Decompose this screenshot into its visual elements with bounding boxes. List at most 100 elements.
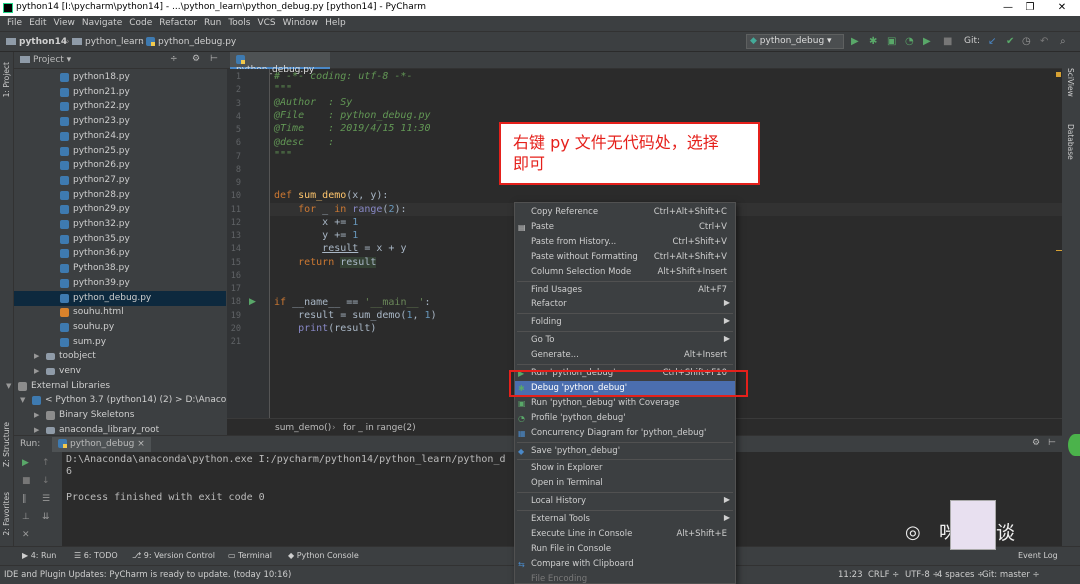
tab-todo[interactable]: ☰ 6: TODO bbox=[74, 551, 118, 560]
tree-item[interactable]: python22.py bbox=[14, 99, 226, 114]
down-icon[interactable]: ↓ bbox=[42, 476, 50, 486]
context-menu-item[interactable]: Execute Line in Console Alt+Shift+E bbox=[515, 527, 735, 542]
context-menu-item[interactable]: ▤ Paste Ctrl+V bbox=[515, 220, 735, 235]
chevron-right-icon[interactable]: ▶ bbox=[34, 352, 39, 360]
tab-terminal[interactable]: ▭ Terminal bbox=[228, 551, 272, 560]
tree-item[interactable]: python28.py bbox=[14, 188, 226, 203]
tree-item[interactable]: python35.py bbox=[14, 232, 226, 247]
menu-refactor[interactable]: Refactor bbox=[156, 16, 201, 31]
line-separator[interactable]: CRLF ÷ bbox=[868, 570, 899, 580]
menu-help[interactable]: Help bbox=[322, 16, 350, 31]
menu-run[interactable]: Run bbox=[201, 16, 225, 31]
rerun-icon[interactable]: ▶ bbox=[22, 458, 29, 468]
tree-item[interactable]: ▶ Binary Skeletons bbox=[14, 408, 226, 423]
hide-icon[interactable]: ⊢ bbox=[210, 54, 218, 64]
context-menu-item[interactable]: ◆ Save 'python_debug' bbox=[515, 444, 735, 459]
run-tab-python-debug[interactable]: python_debug × bbox=[52, 437, 151, 452]
menu-view[interactable]: View bbox=[51, 16, 79, 31]
close-icon[interactable]: ✕ bbox=[22, 530, 30, 540]
tree-item[interactable]: ▶ venv bbox=[14, 364, 226, 379]
stop-icon[interactable]: ■ bbox=[22, 476, 31, 486]
tree-item[interactable]: python26.py bbox=[14, 158, 226, 173]
git-commit-icon[interactable]: ✔ bbox=[1006, 36, 1014, 47]
tree-item[interactable]: souhu.py bbox=[14, 320, 226, 335]
context-menu-item[interactable]: Find Usages Alt+F7 bbox=[515, 283, 735, 298]
tree-item[interactable]: Python38.py bbox=[14, 261, 226, 276]
close-icon[interactable]: ✕ bbox=[1048, 1, 1076, 15]
chevron-right-icon[interactable]: ▶ bbox=[34, 426, 39, 434]
tab-version-control[interactable]: ⎇ 9: Version Control bbox=[132, 551, 215, 560]
file-encoding[interactable]: UTF-8 ÷ bbox=[905, 570, 940, 580]
tab-favorites-tool[interactable]: 2: Favorites bbox=[2, 492, 11, 536]
chevron-down-icon[interactable]: ▼ bbox=[20, 396, 25, 404]
gear-icon[interactable]: ⚙ bbox=[1032, 438, 1040, 448]
tree-item[interactable]: ▼ < Python 3.7 (python14) (2) > D:\Anacon… bbox=[14, 393, 243, 408]
hide-icon[interactable]: ⊢ bbox=[1048, 438, 1056, 448]
profile-icon[interactable]: ◔ bbox=[905, 36, 914, 47]
pause-icon[interactable]: ‖ bbox=[22, 494, 27, 504]
context-menu-item[interactable]: Column Selection Mode Alt+Shift+Insert bbox=[515, 265, 735, 280]
tree-item[interactable]: python39.py bbox=[14, 276, 226, 291]
menu-vcs[interactable]: VCS bbox=[254, 16, 279, 31]
menu-tools[interactable]: Tools bbox=[225, 16, 254, 31]
floating-badge-icon[interactable] bbox=[1068, 434, 1080, 456]
tree-item[interactable]: souhu.html bbox=[14, 305, 226, 320]
search-icon[interactable]: ⌕ bbox=[1060, 36, 1066, 47]
tab-python-console[interactable]: ◆ Python Console bbox=[288, 551, 359, 560]
tab-structure-tool[interactable]: Z: Structure bbox=[2, 422, 11, 467]
tree-item[interactable]: python21.py bbox=[14, 85, 226, 100]
context-menu-item[interactable]: External Tools ▶ bbox=[515, 512, 735, 527]
tree-item[interactable]: python24.py bbox=[14, 129, 226, 144]
concurrency-icon[interactable]: ▶ bbox=[923, 36, 931, 47]
run-configuration-select[interactable]: ◆ python_debug ▾ bbox=[746, 34, 844, 49]
soft-wrap-icon[interactable]: ☰ bbox=[42, 494, 50, 504]
context-menu-item[interactable]: ◔ Profile 'python_debug' bbox=[515, 411, 735, 426]
coverage-icon[interactable]: ▣ bbox=[887, 36, 896, 47]
gear-icon[interactable]: ⚙ bbox=[192, 54, 200, 64]
maximize-icon[interactable]: ❐ bbox=[1016, 1, 1044, 15]
tree-item[interactable]: python25.py bbox=[14, 144, 226, 159]
git-rollback-icon[interactable]: ↶ bbox=[1040, 36, 1048, 47]
context-menu-item[interactable]: Go To ▶ bbox=[515, 333, 735, 348]
context-menu-item[interactable]: Generate... Alt+Insert bbox=[515, 348, 735, 363]
run-icon[interactable]: ▶ bbox=[851, 36, 859, 47]
tree-item[interactable]: ▶ toobject bbox=[14, 349, 226, 364]
context-menu-item[interactable]: Run File in Console bbox=[515, 542, 735, 557]
tree-item[interactable]: python32.py bbox=[14, 217, 226, 232]
context-menu-item[interactable]: Folding ▶ bbox=[515, 315, 735, 330]
tab-database[interactable]: Database bbox=[1066, 124, 1075, 160]
up-icon[interactable]: ↑ bbox=[42, 458, 50, 468]
indent-setting[interactable]: 4 spaces ÷ bbox=[937, 570, 984, 580]
scroll-end-icon[interactable]: ⇊ bbox=[42, 512, 50, 522]
tree-item[interactable]: sum.py bbox=[14, 335, 226, 350]
breadcrumb-loop[interactable]: for _ in range(2) bbox=[343, 423, 416, 433]
context-menu-item[interactable]: Paste without Formatting Ctrl+Alt+Shift+V bbox=[515, 250, 735, 265]
tab-project-tool[interactable]: 1: Project bbox=[2, 62, 11, 97]
debug-icon[interactable]: ✱ bbox=[869, 36, 877, 47]
tree-item[interactable]: python29.py bbox=[14, 202, 226, 217]
tree-item[interactable]: python18.py bbox=[14, 70, 226, 85]
breadcrumb-function[interactable]: sum_demo() bbox=[275, 423, 331, 433]
context-menu-item[interactable]: Open in Terminal bbox=[515, 476, 735, 491]
context-menu-item[interactable]: ▦ Concurrency Diagram for 'python_debug' bbox=[515, 426, 735, 441]
tree-item[interactable]: python36.py bbox=[14, 246, 226, 261]
breadcrumb-file[interactable]: python_debug.py bbox=[146, 37, 236, 47]
chevron-right-icon[interactable]: ▶ bbox=[34, 367, 39, 375]
menu-edit[interactable]: Edit bbox=[26, 16, 50, 31]
tab-sciview[interactable]: SciView bbox=[1066, 68, 1075, 97]
context-menu-item[interactable]: Show in Explorer bbox=[515, 461, 735, 476]
chevron-right-icon[interactable]: ▶ bbox=[34, 411, 39, 419]
tab-run[interactable]: ▶ 4: Run bbox=[22, 551, 56, 560]
breadcrumb-project[interactable]: python14 bbox=[6, 37, 67, 47]
git-update-icon[interactable]: ↙ bbox=[988, 36, 996, 47]
collapse-icon[interactable]: ÷ bbox=[170, 54, 178, 64]
context-menu-item[interactable]: ⇆ Compare with Clipboard bbox=[515, 557, 735, 572]
menu-file[interactable]: File bbox=[4, 16, 26, 31]
context-menu-item[interactable]: Refactor ▶ bbox=[515, 297, 735, 312]
tree-item[interactable]: python23.py bbox=[14, 114, 226, 129]
caret-position[interactable]: 11:23 bbox=[838, 570, 863, 580]
git-branch[interactable]: Git: master ÷ bbox=[982, 570, 1040, 580]
project-view-select[interactable]: Project ▾ bbox=[20, 55, 71, 65]
breadcrumb-folder[interactable]: python_learn bbox=[72, 37, 144, 47]
git-history-icon[interactable]: ◷ bbox=[1022, 36, 1031, 47]
